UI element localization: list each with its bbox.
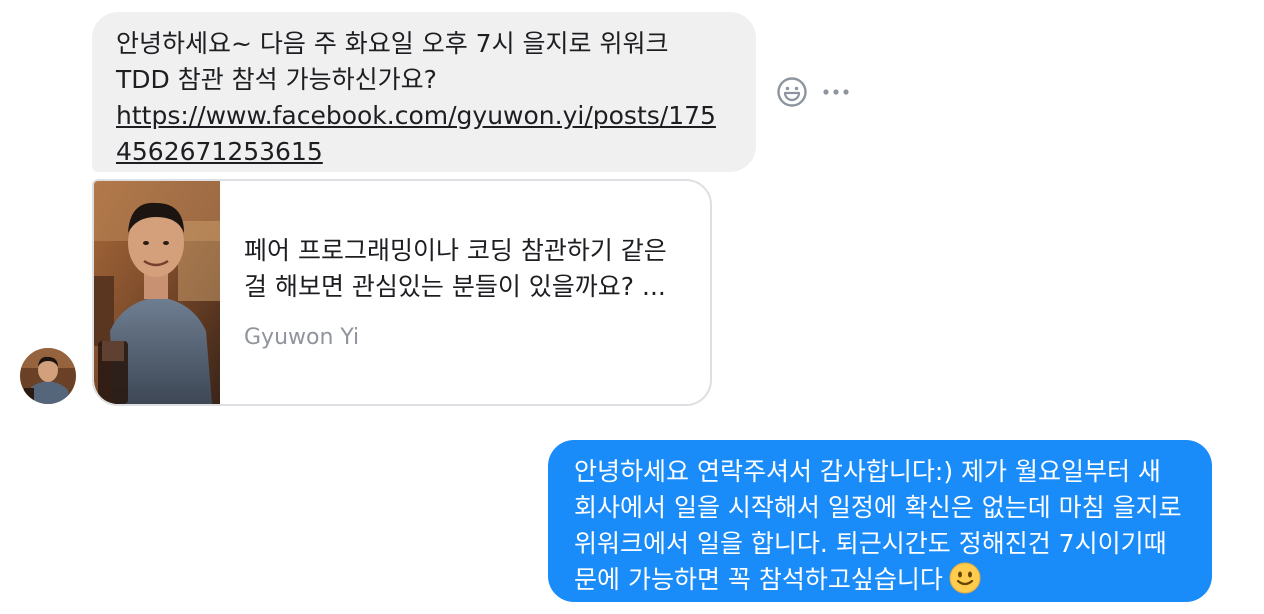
link-preview-title: 페어 프로그래밍이나 코딩 참관하기 같은 걸 해보면 관심있는 분들이 있을까… xyxy=(244,236,667,301)
incoming-message-bubble: 안녕하세요~ 다음 주 화요일 오후 7시 을지로 위워크 TDD 참관 참석 … xyxy=(92,12,756,172)
link-preview-card[interactable]: 페어 프로그래밍이나 코딩 참관하기 같은 걸 해보면 관심있는 분들이 있을까… xyxy=(92,179,712,406)
incoming-message-line-2: TDD 참관 참석 가능하신가요? xyxy=(116,65,437,94)
smiley-react-icon[interactable] xyxy=(776,76,808,108)
link-preview-source: Gyuwon Yi xyxy=(244,325,360,350)
incoming-message-link[interactable]: https://www.facebook.com/gyuwon.yi/posts… xyxy=(116,101,716,166)
slightly-smiling-face-icon xyxy=(949,562,981,594)
sender-avatar[interactable] xyxy=(20,348,76,404)
message-actions xyxy=(776,76,850,108)
outgoing-message-bubble: 안녕하세요 연락주셔서 감사합니다:) 제가 월요일부터 새 회사에서 일을 시… xyxy=(548,440,1212,602)
more-dots-icon[interactable] xyxy=(822,76,850,108)
link-preview-thumbnail xyxy=(94,181,220,404)
incoming-message-line-1: 안녕하세요~ 다음 주 화요일 오후 7시 을지로 위워크 xyxy=(116,29,669,58)
outgoing-message-text: 안녕하세요 연락주셔서 감사합니다:) 제가 월요일부터 새 회사에서 일을 시… xyxy=(574,457,1182,594)
